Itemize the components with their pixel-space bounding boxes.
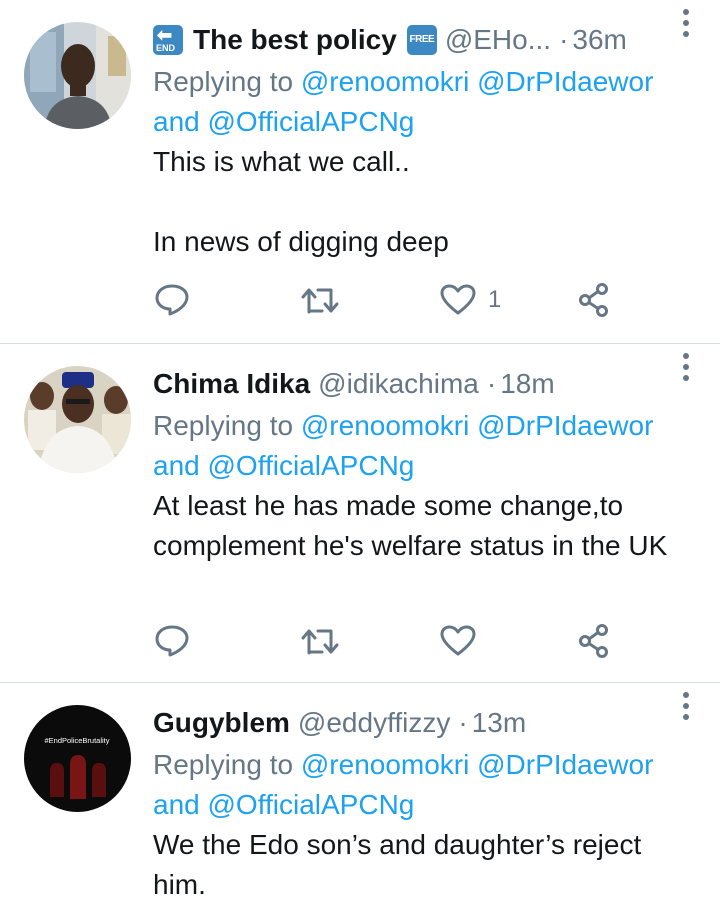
tweet-text: We the Edo son’s and daughter’s reject h… <box>153 829 650 900</box>
replying-to-users[interactable]: @renoomokri @DrPIdaewor <box>301 66 654 97</box>
timestamp[interactable]: 13m <box>472 701 526 745</box>
free-button-icon: FREE <box>406 25 437 55</box>
tweet-header: Chima Idika @idikachima · 18m <box>153 362 696 406</box>
tweet-actions <box>152 621 622 661</box>
retweet-icon <box>301 629 339 655</box>
replying-to-user[interactable]: @OfficialAPCNg <box>208 789 415 820</box>
replying-to: Replying to @renoomokri @DrPIdaewor and … <box>153 406 696 486</box>
more-vertical-icon[interactable] <box>682 352 690 382</box>
reply-icon <box>155 284 189 316</box>
share-button[interactable] <box>578 280 610 320</box>
user-handle[interactable]: @idikachima <box>318 362 479 406</box>
share-button[interactable] <box>578 621 610 661</box>
end-arrow-icon: ⬅ END <box>153 25 183 55</box>
user-handle[interactable]: @eddyffizzy <box>298 701 450 745</box>
display-name[interactable]: The best policy <box>193 18 397 62</box>
tweet-content: Gugyblem @eddyffizzy · 13m Replying to @… <box>153 701 696 905</box>
separator-dot: · <box>486 368 497 399</box>
tweet-header: ⬅ END The best policy FREE @EHo... · 36m <box>153 18 696 62</box>
replying-to-user[interactable]: @OfficialAPCNg <box>208 106 415 137</box>
user-handle[interactable]: @EHo... <box>445 18 551 62</box>
avatar[interactable] <box>24 366 131 473</box>
replying-to-and: and <box>153 789 200 820</box>
retweet-button[interactable] <box>300 621 340 661</box>
replying-to-label: Replying to <box>153 410 294 441</box>
reply-button[interactable] <box>154 280 190 320</box>
share-icon <box>579 283 608 317</box>
replying-to: Replying to @renoomokri @DrPIdaewor and … <box>153 745 696 825</box>
tweet-content: ⬅ END The best policy FREE @EHo... · 36m… <box>153 18 696 262</box>
heart-icon <box>440 284 476 315</box>
display-name[interactable]: Gugyblem <box>153 701 290 745</box>
share-icon <box>579 624 608 658</box>
replying-to: Replying to @renoomokri @DrPIdaewor and … <box>153 62 696 142</box>
timestamp[interactable]: 36m <box>572 18 626 62</box>
tweet-feed: ⬅ END The best policy FREE @EHo... · 36m… <box>0 0 720 912</box>
display-name[interactable]: Chima Idika <box>153 362 310 406</box>
replying-to-label: Replying to <box>153 66 294 97</box>
tweet[interactable]: ⬅ END The best policy FREE @EHo... · 36m… <box>0 0 720 344</box>
like-button[interactable] <box>440 621 488 661</box>
replying-to-and: and <box>153 450 200 481</box>
tweet-header: Gugyblem @eddyffizzy · 13m <box>153 701 696 745</box>
tweet-actions: 1 <box>152 280 622 320</box>
more-vertical-icon[interactable] <box>682 691 690 721</box>
heart-icon <box>440 625 476 656</box>
retweet-icon <box>301 288 339 314</box>
replying-to-and: and <box>153 106 200 137</box>
tweet-text: At least he has made some change,to comp… <box>153 490 668 561</box>
timestamp[interactable]: 18m <box>500 362 554 406</box>
replying-to-users[interactable]: @renoomokri @DrPIdaewor <box>301 410 654 441</box>
tweet-text: This is what we call.. In news of diggin… <box>153 146 449 257</box>
tweet-content: Chima Idika @idikachima · 18m Replying t… <box>153 362 696 566</box>
retweet-button[interactable] <box>300 280 340 320</box>
separator-dot: · <box>559 24 569 55</box>
more-vertical-icon[interactable] <box>682 8 690 38</box>
avatar[interactable]: #EndPoliceBrutality <box>24 705 131 812</box>
reply-button[interactable] <box>154 621 190 661</box>
replying-to-label: Replying to <box>153 749 294 780</box>
separator-dot: · <box>458 707 468 738</box>
tweet[interactable]: #EndPoliceBrutality Gugyblem @eddyffizzy… <box>0 683 720 912</box>
tweet[interactable]: Chima Idika @idikachima · 18m Replying t… <box>0 344 720 683</box>
like-count: 1 <box>488 286 502 313</box>
reply-icon <box>155 625 189 657</box>
replying-to-users[interactable]: @renoomokri @DrPIdaewor <box>301 749 654 780</box>
avatar[interactable] <box>24 22 131 129</box>
like-button[interactable]: 1 <box>440 280 501 320</box>
replying-to-user[interactable]: @OfficialAPCNg <box>208 450 415 481</box>
avatar-hashtag: #EndPoliceBrutality <box>44 736 109 745</box>
